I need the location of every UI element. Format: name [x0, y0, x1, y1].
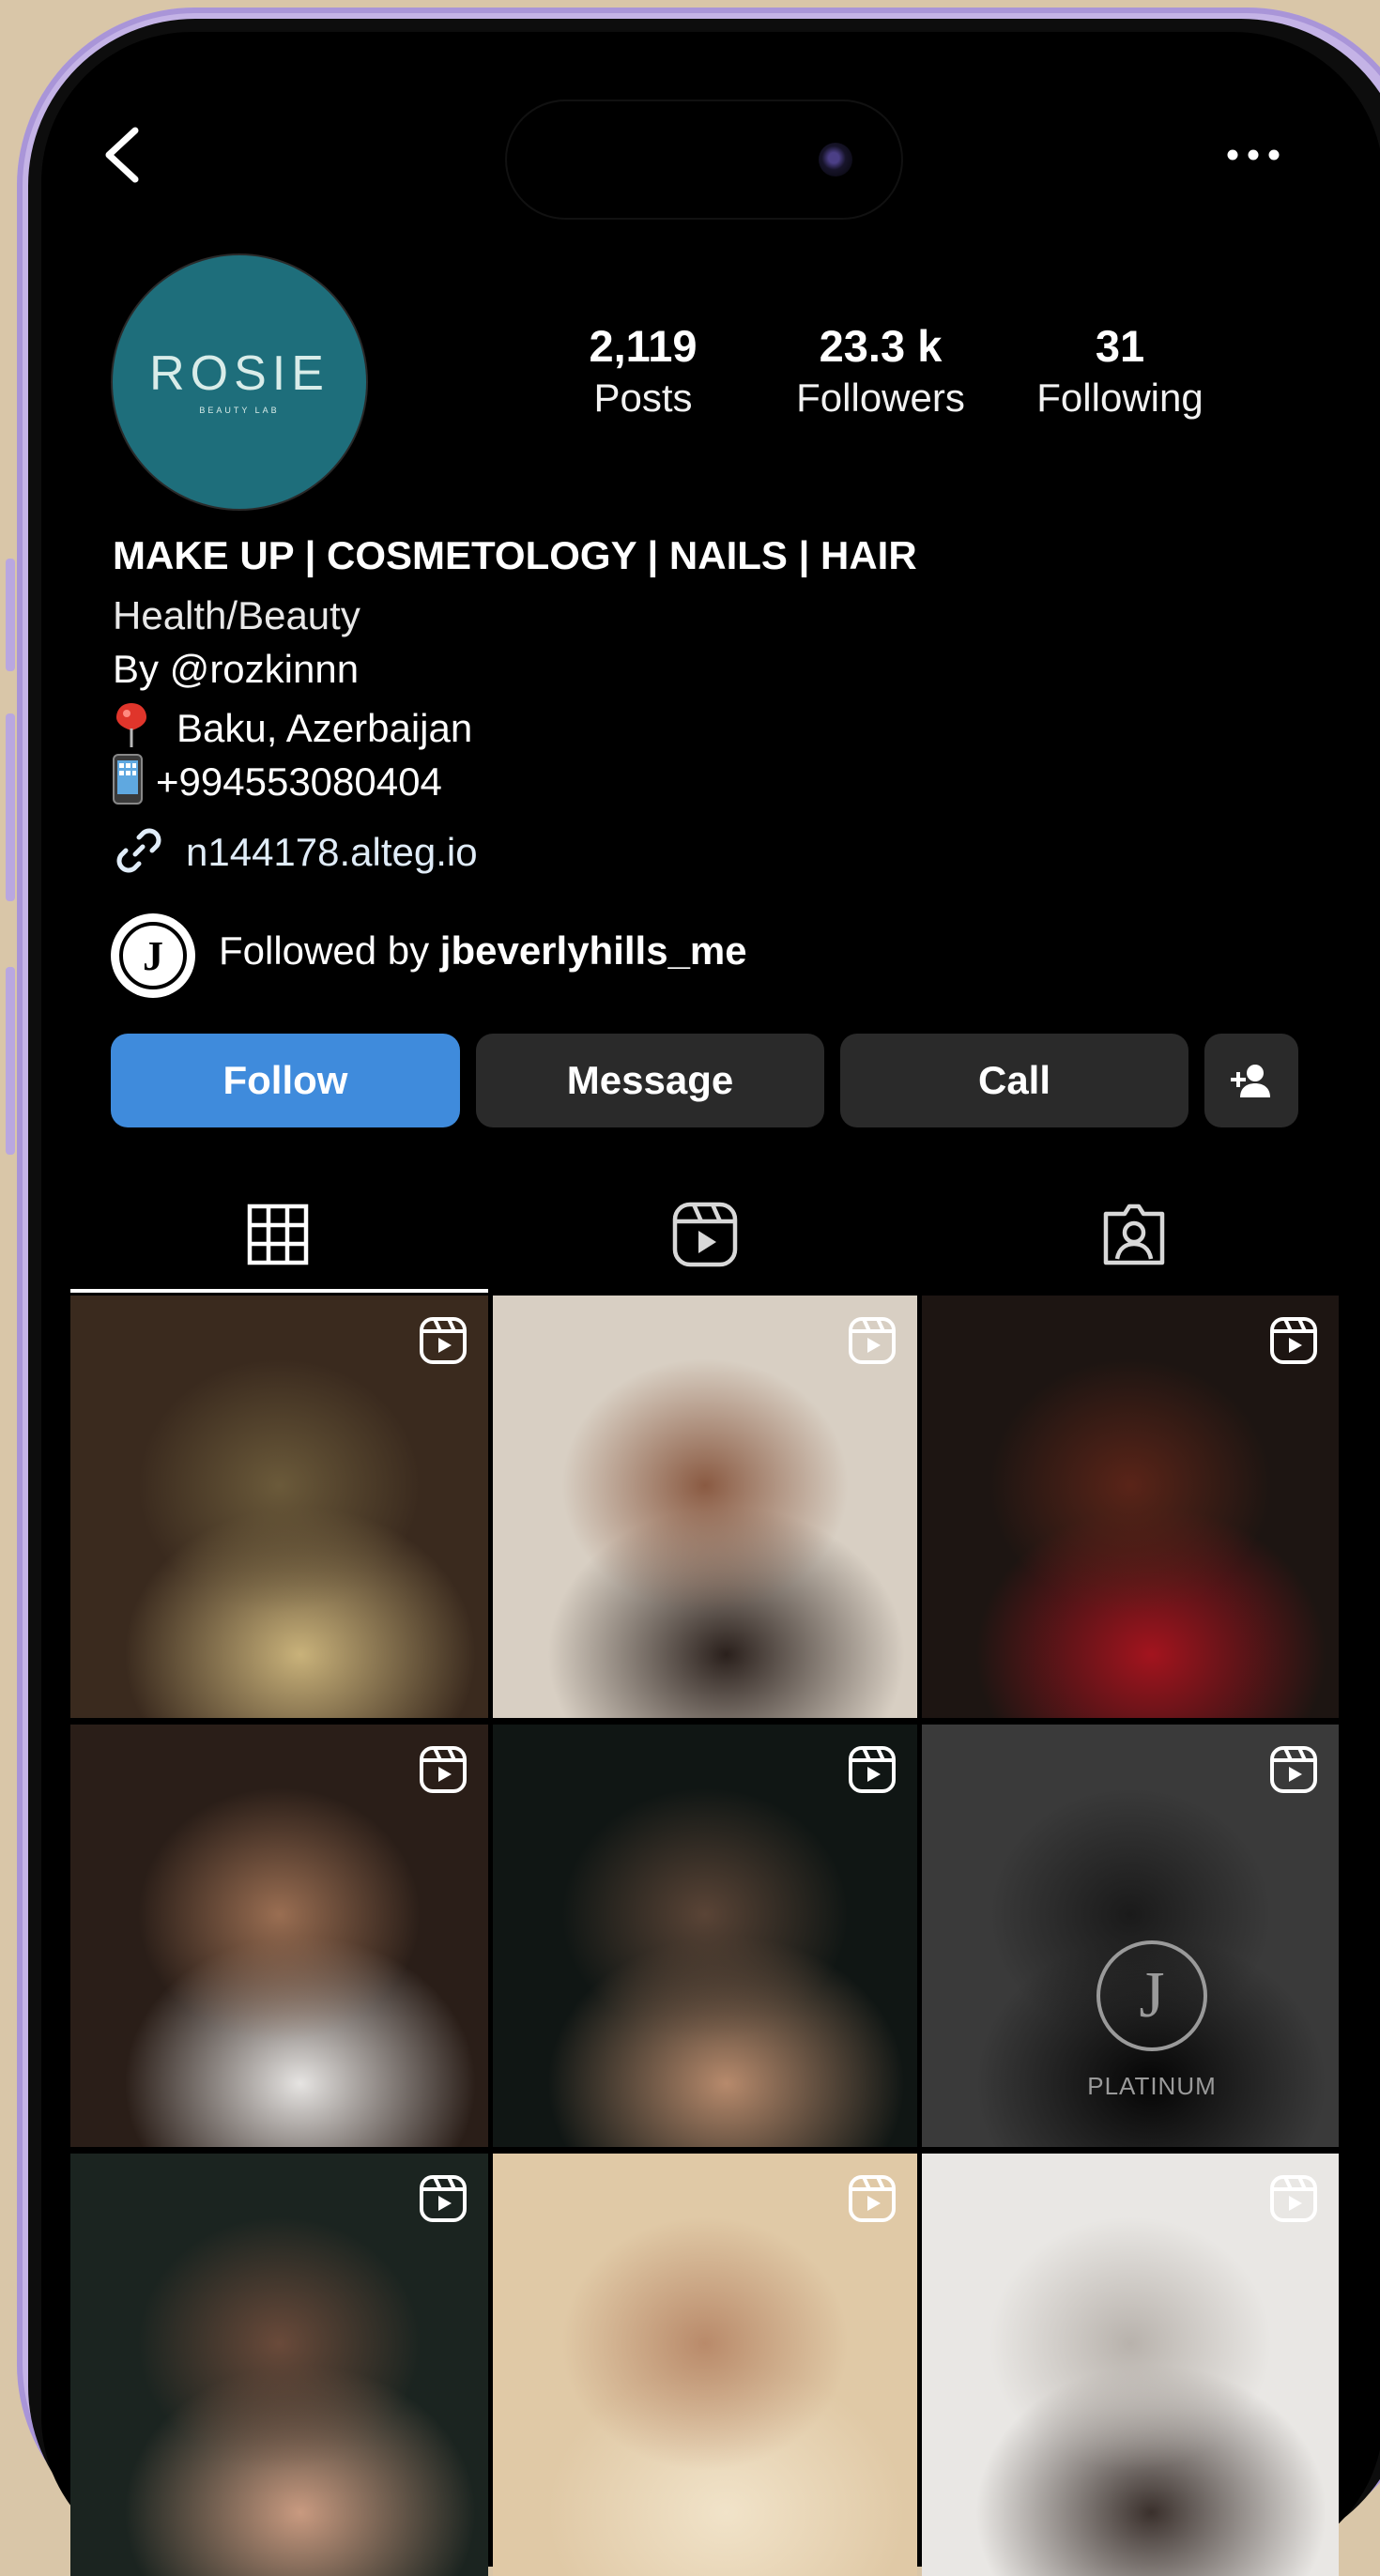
bottle-label: PLATINUM	[1087, 2072, 1217, 2100]
add-person-icon	[1231, 1065, 1270, 1097]
following-count: 31	[1095, 321, 1145, 371]
tab-tagged[interactable]	[928, 1178, 1341, 1291]
suggest-users-button[interactable]	[1204, 1034, 1298, 1127]
more-options-button[interactable]	[1216, 131, 1291, 178]
reel-icon	[419, 1745, 468, 1799]
tile-red-nails[interactable]	[922, 1296, 1339, 1718]
link-text: n144178.alteg.io	[186, 830, 478, 874]
side-button	[6, 713, 15, 901]
reel-icon	[1269, 1745, 1318, 1799]
tile-bride-veil[interactable]	[922, 2154, 1339, 2576]
more-horizontal-icon	[1227, 149, 1280, 161]
dynamic-island	[507, 101, 901, 218]
tagged-user-icon	[1103, 1204, 1165, 1265]
avatar-sub-text: BEAUTY LAB	[199, 406, 280, 415]
posts-label: Posts	[593, 376, 693, 420]
avatar-brand-text: ROSIE	[149, 346, 330, 401]
posts-stat[interactable]: 2,119 Posts	[540, 324, 746, 421]
reel-icon	[1269, 2174, 1318, 2228]
following-label: Following	[1036, 376, 1204, 420]
tile-champagne-glasses[interactable]	[70, 1296, 488, 1718]
reel-icon	[419, 2174, 468, 2228]
tile-model-hair-up[interactable]	[70, 2154, 488, 2576]
followers-count: 23.3 k	[819, 321, 943, 371]
reel-icon	[848, 1316, 897, 1370]
chevron-left-icon	[105, 127, 139, 183]
bio-phone-line[interactable]: +994553080404	[113, 754, 442, 805]
tile-blonde-makeup[interactable]	[493, 2154, 917, 2576]
reel-icon	[419, 1316, 468, 1370]
bio-link[interactable]: n144178.alteg.io	[113, 824, 478, 877]
bio-title: MAKE UP | COSMETOLOGY | NAILS | HAIR	[113, 533, 917, 577]
profile-avatar[interactable]: ROSIE BEAUTY LAB	[113, 255, 366, 509]
reel-icon	[1269, 1316, 1318, 1370]
reels-icon	[672, 1202, 738, 1267]
reel-icon	[848, 2174, 897, 2228]
front-camera	[819, 143, 852, 176]
side-button	[6, 559, 15, 671]
call-button[interactable]: Call	[840, 1034, 1188, 1127]
followed-by-avatar[interactable]: J	[111, 913, 195, 998]
posts-count: 2,119	[589, 321, 698, 371]
followers-label: Followers	[796, 376, 965, 420]
followers-stat[interactable]: 23.3 k Followers	[777, 324, 984, 421]
followed-by-prefix: Followed by	[219, 928, 440, 973]
location-text: Baku, Azerbaijan	[176, 706, 473, 750]
bottle-logo: J	[1096, 1940, 1207, 2051]
followed-by-avatar-letter: J	[143, 932, 163, 979]
mobile-phone-icon	[113, 754, 143, 805]
bio-location-line: Baku, Azerbaijan	[113, 700, 472, 751]
tile-j-platinum-bottle[interactable]: J PLATINUM	[922, 1725, 1339, 2147]
tile-model-closeup[interactable]	[493, 1725, 917, 2147]
followed-by-user: jbeverlyhills_me	[439, 928, 747, 973]
message-button[interactable]: Message	[476, 1034, 824, 1127]
following-stat[interactable]: 31 Following	[1017, 324, 1223, 421]
side-button	[6, 967, 15, 1155]
followed-by-text[interactable]: Followed by jbeverlyhills_me	[219, 928, 747, 974]
link-icon	[116, 828, 161, 873]
bio-by-line[interactable]: By @rozkinnn	[113, 647, 359, 692]
profile-category: Health/Beauty	[113, 593, 360, 637]
grid-icon	[247, 1204, 309, 1265]
pin-icon	[116, 703, 146, 747]
tile-model-curlers[interactable]	[493, 1296, 917, 1718]
tile-model-white-robe[interactable]	[70, 1725, 488, 2147]
tab-reels[interactable]	[498, 1178, 912, 1291]
reel-icon	[848, 1745, 897, 1799]
phone-text: +994553080404	[156, 759, 442, 804]
back-button[interactable]	[89, 117, 155, 192]
tab-active-indicator	[70, 1289, 488, 1293]
tab-posts-grid[interactable]	[71, 1178, 484, 1291]
follow-button[interactable]: Follow	[111, 1034, 460, 1127]
